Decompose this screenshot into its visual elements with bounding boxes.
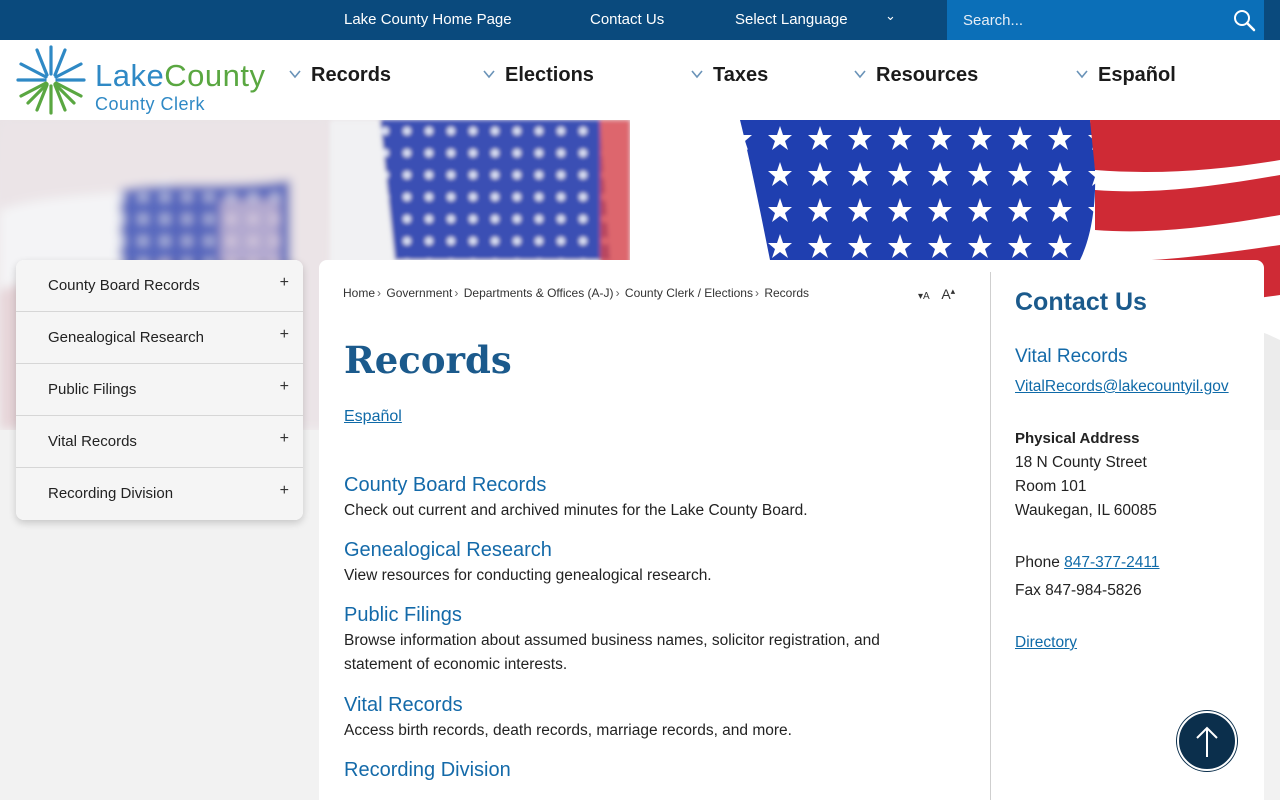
breadcrumb-departments[interactable]: Departments & Offices (A-J)	[464, 286, 614, 300]
address-line: Waukegan, IL 60085	[1015, 502, 1157, 519]
search-box	[947, 0, 1264, 40]
section-title-link[interactable]: Genealogical Research	[344, 539, 944, 562]
side-navigation: County Board Records + Genealogical Rese…	[16, 260, 303, 520]
section-genealogical-research: Genealogical Research View resources for…	[344, 539, 944, 588]
section-title-link[interactable]: Public Filings	[344, 604, 914, 627]
decrease-font-icon[interactable]: ▾A	[918, 291, 930, 302]
sidenav-item-vital-records[interactable]: Vital Records +	[16, 416, 303, 468]
nav-elections[interactable]: Elections	[505, 64, 594, 87]
sidenav-item-label: Genealogical Research	[48, 329, 204, 346]
breadcrumb-government[interactable]: Government	[386, 286, 452, 300]
sidenav-item-label: Recording Division	[48, 485, 174, 502]
logo-subtitle: County Clerk	[95, 94, 206, 114]
address-line: Room 101	[1015, 478, 1087, 495]
back-to-top-button[interactable]	[1177, 711, 1237, 771]
section-recording-division: Recording Division	[344, 759, 944, 782]
phone-row: Phone 847-377-2411	[1015, 554, 1160, 572]
section-title-link[interactable]: Recording Division	[344, 759, 944, 782]
chevron-down-icon[interactable]	[1075, 68, 1089, 80]
section-vital-records: Vital Records Access birth records, deat…	[344, 694, 944, 743]
logo-lake: Lake	[95, 58, 165, 93]
chevron-down-icon[interactable]	[853, 68, 867, 80]
logo-county: County	[164, 58, 266, 93]
sidenav-item-genealogical-research[interactable]: Genealogical Research +	[16, 312, 303, 364]
page-title: Records	[344, 338, 512, 382]
select-language[interactable]: Select Language	[735, 11, 848, 28]
plus-icon[interactable]: +	[280, 482, 289, 500]
increase-font-icon[interactable]: A▴	[941, 286, 955, 302]
search-icon[interactable]	[1232, 8, 1256, 32]
sidenav-item-county-board-records[interactable]: County Board Records +	[16, 260, 303, 312]
arrow-up-icon	[1196, 726, 1218, 757]
section-county-board-records: County Board Records Check out current a…	[344, 474, 944, 523]
plus-icon[interactable]: +	[280, 274, 289, 292]
home-page-link[interactable]: Lake County Home Page	[344, 11, 512, 28]
address-line: 18 N County Street	[1015, 454, 1147, 471]
nav-espanol[interactable]: Español	[1098, 64, 1176, 87]
section-title-link[interactable]: County Board Records	[344, 474, 944, 497]
nav-taxes[interactable]: Taxes	[713, 64, 768, 87]
contact-us-link[interactable]: Contact Us	[590, 11, 664, 28]
chevron-down-icon[interactable]	[288, 68, 302, 80]
breadcrumb: Home › Government › Departments & Offices …	[343, 286, 809, 300]
sidenav-item-label: County Board Records	[48, 277, 200, 294]
section-description: Check out current and archived minutes f…	[344, 502, 808, 519]
search-input[interactable]	[963, 10, 1223, 30]
logo-star-icon[interactable]	[16, 44, 86, 116]
plus-icon[interactable]: +	[280, 430, 289, 448]
section-title-link[interactable]: Vital Records	[344, 694, 944, 717]
sidenav-item-label: Vital Records	[48, 433, 137, 450]
chevron-down-icon[interactable]: ⌄	[885, 8, 896, 24]
chevron-down-icon[interactable]	[482, 68, 496, 80]
logo-text[interactable]: LakeCounty	[95, 58, 265, 94]
chevron-down-icon[interactable]	[690, 68, 704, 80]
section-public-filings: Public Filings Browse information about …	[344, 604, 914, 677]
breadcrumb-current: Records	[764, 286, 809, 300]
phone-link[interactable]: 847-377-2411	[1064, 554, 1159, 571]
nav-records[interactable]: Records	[311, 64, 391, 87]
section-description: Browse information about assumed busines…	[344, 632, 880, 673]
address-label: Physical Address	[1015, 430, 1140, 447]
section-description: View resources for conducting genealogic…	[344, 567, 712, 584]
utility-bar: Lake County Home Page Contact Us Select …	[0, 0, 1280, 40]
sidenav-item-recording-division[interactable]: Recording Division +	[16, 468, 303, 520]
font-size-controls: ▾A A▴	[918, 286, 955, 302]
sidenav-item-label: Public Filings	[48, 381, 137, 398]
contact-title: Contact Us	[1015, 288, 1147, 316]
directory-link[interactable]: Directory	[1015, 634, 1077, 652]
plus-icon[interactable]: +	[280, 326, 289, 344]
column-divider	[990, 272, 991, 800]
plus-icon[interactable]: +	[280, 378, 289, 396]
phone-label: Phone	[1015, 554, 1060, 571]
contact-subtitle: Vital Records	[1015, 346, 1128, 367]
sidenav-item-public-filings[interactable]: Public Filings +	[16, 364, 303, 416]
nav-resources[interactable]: Resources	[876, 64, 978, 87]
contact-email-link[interactable]: VitalRecords@lakecountyil.gov	[1015, 378, 1229, 396]
fax-text: Fax 847-984-5826	[1015, 582, 1142, 599]
section-description: Access birth records, death records, mar…	[344, 722, 792, 739]
breadcrumb-home[interactable]: Home	[343, 286, 375, 300]
site-header: LakeCounty County Clerk Records Election…	[0, 40, 1280, 120]
breadcrumb-county-clerk[interactable]: County Clerk / Elections	[625, 286, 753, 300]
espanol-link[interactable]: Español	[344, 408, 402, 426]
